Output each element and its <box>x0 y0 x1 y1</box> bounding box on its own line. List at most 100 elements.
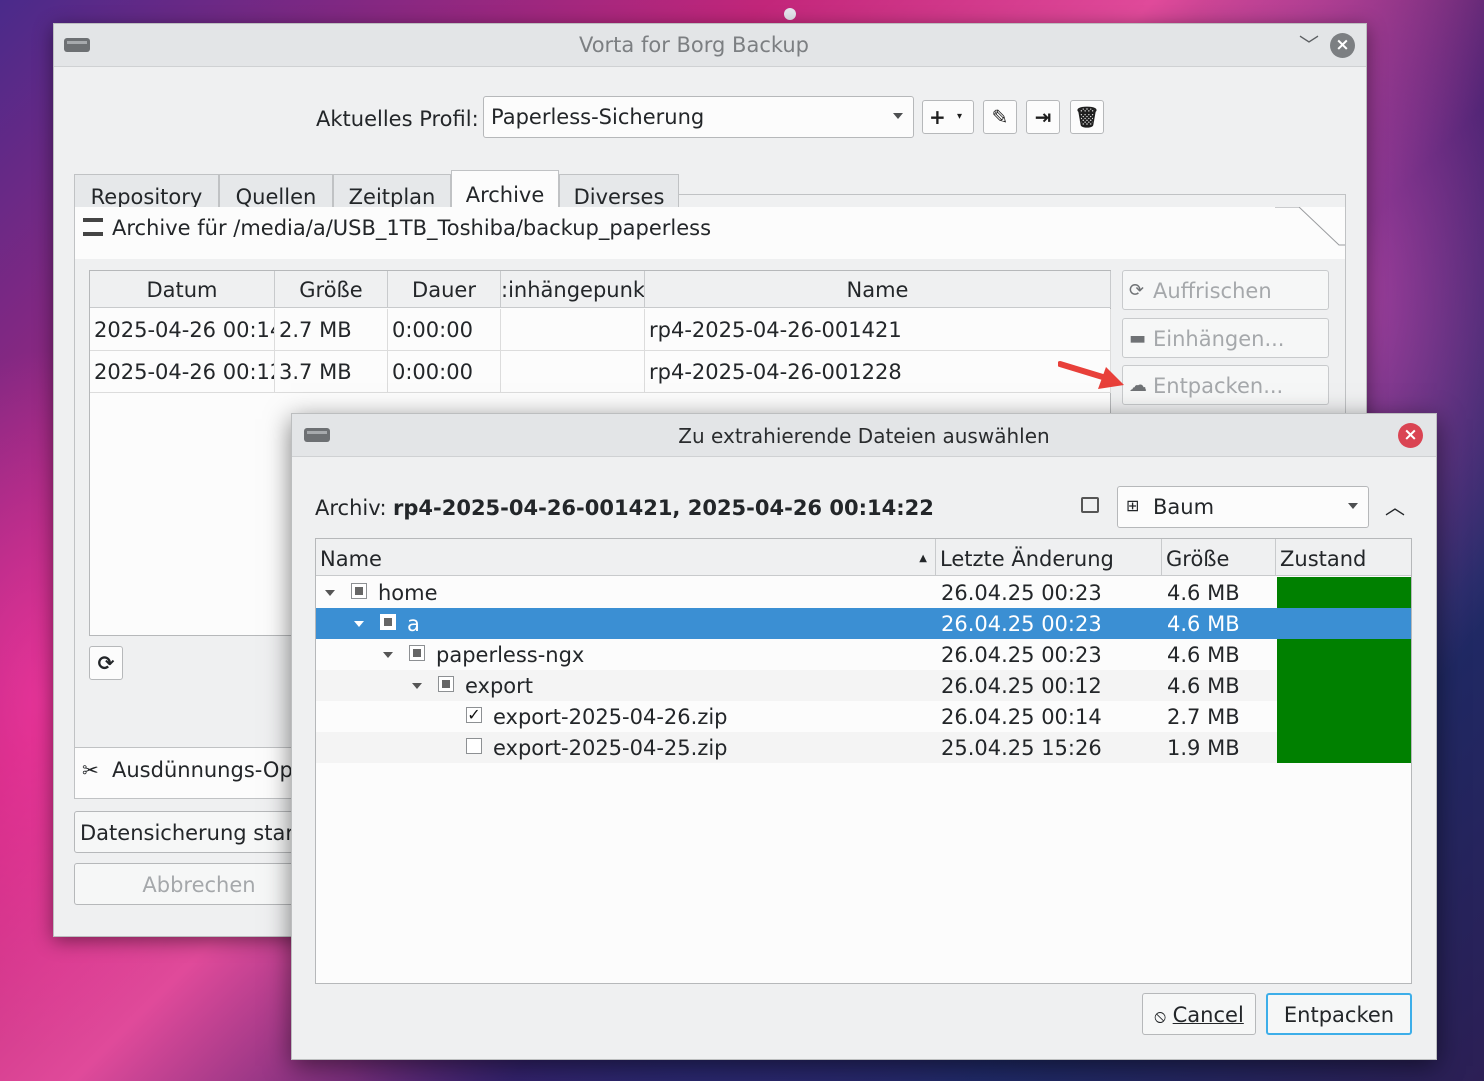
scissors-icon: ✂ <box>82 758 99 782</box>
column-header-duration[interactable]: Dauer <box>388 271 501 308</box>
tree-row-size: 1.9 MB <box>1167 736 1240 760</box>
chevron-down-icon[interactable]: ﹀ <box>1298 34 1320 56</box>
chevron-down-icon <box>1348 503 1358 509</box>
tree-row[interactable]: export-2025-04-25.zip 25.04.25 15:26 1.9… <box>316 732 1411 763</box>
table-cell[interactable]: 0:00:00 <box>388 309 501 351</box>
annotation-arrow <box>1058 361 1124 389</box>
tree-row-size: 4.6 MB <box>1167 643 1240 667</box>
tree-row-name: home <box>378 581 438 605</box>
import-icon: ⇥ <box>1034 105 1052 129</box>
column-header-mountpoint[interactable]: :inhängepunk <box>501 271 645 308</box>
column-header-name-label: Name <box>320 547 382 571</box>
archive-header-title: Archive für /media/a/USB_1TB_Toshiba/bac… <box>112 216 712 240</box>
tree-row-modified: 26.04.25 00:12 <box>941 674 1102 698</box>
state-indicator <box>1277 577 1411 608</box>
cancel-button[interactable]: ⦸ Cancel <box>1142 993 1256 1035</box>
checkbox[interactable] <box>438 676 454 692</box>
extract-label: Entpacken... <box>1153 374 1284 398</box>
extract-confirm-button[interactable]: Entpacken <box>1266 993 1412 1035</box>
prune-label: Ausdünnungs-Opt <box>112 758 302 782</box>
archive-list-icon <box>83 218 103 236</box>
refresh-icon: ⟳ <box>97 651 115 675</box>
tree-row-modified: 26.04.25 00:23 <box>941 643 1102 667</box>
column-header-state[interactable]: Zustand <box>1276 539 1411 576</box>
column-header-size[interactable]: Größe <box>1162 539 1276 576</box>
table-cell[interactable]: 0:00:00 <box>388 351 501 393</box>
table-cell[interactable] <box>501 351 645 393</box>
tree-row-name: paperless-ngx <box>436 643 585 667</box>
column-header-name[interactable]: Name <box>645 271 1111 308</box>
profile-value: Paperless-Sicherung <box>491 105 705 129</box>
edit-icon: ✎ <box>991 105 1009 129</box>
view-mode-select[interactable]: ⊞ Baum <box>1117 486 1369 528</box>
tree-row-modified: 26.04.25 00:14 <box>941 705 1102 729</box>
cancel-label: Cancel <box>1172 1003 1244 1027</box>
archive-value: rp4-2025-04-26-001421, 2025-04-26 00:14:… <box>393 496 934 520</box>
column-header-size[interactable]: Größe <box>275 271 388 308</box>
header-corner <box>1275 207 1345 246</box>
table-cell[interactable] <box>501 309 645 351</box>
refresh-icon: ⟳ <box>1129 280 1145 301</box>
add-profile-button[interactable]: + ▾ <box>922 100 974 134</box>
tree-row[interactable]: a 26.04.25 00:23 4.6 MB <box>316 608 1411 639</box>
cancel-icon: ⦸ <box>1154 1006 1166 1027</box>
delete-profile-button[interactable]: 🗑 <box>1070 100 1104 134</box>
table-cell[interactable]: 2025-04-26 00:12 <box>90 351 275 393</box>
checkbox-checked[interactable]: ✓ <box>466 707 482 723</box>
profile-label: Aktuelles Profil: <box>316 107 479 131</box>
checkbox[interactable] <box>380 614 396 630</box>
table-cell[interactable]: 3.7 MB <box>275 351 388 393</box>
tree-row-size: 4.6 MB <box>1167 674 1240 698</box>
table-cell[interactable]: 2025-04-26 00:14 <box>90 309 275 351</box>
folder-icon: ▬ <box>1129 328 1147 349</box>
state-indicator <box>1277 701 1411 732</box>
mount-label: Einhängen... <box>1153 327 1285 351</box>
dialog-title: Zu extrahierende Dateien auswählen <box>678 424 1050 448</box>
tree-row-name: export <box>465 674 534 698</box>
tree-row[interactable]: home 26.04.25 00:23 4.6 MB <box>316 577 1411 608</box>
tree-row-name: a <box>407 612 420 636</box>
extract-button[interactable]: ☁ Entpacken... <box>1122 365 1329 405</box>
tree-icon: ⊞ <box>1126 496 1140 515</box>
tree-row-size: 4.6 MB <box>1167 612 1240 636</box>
expand-icon[interactable] <box>325 590 335 596</box>
trash-icon: 🗑 <box>1074 105 1100 129</box>
expand-icon[interactable] <box>412 683 422 689</box>
refresh-archives-button[interactable]: ⟳ <box>89 646 123 680</box>
table-cell[interactable]: rp4-2025-04-26-001228 <box>645 351 1111 393</box>
column-header-name[interactable]: Name ▲ <box>316 539 936 576</box>
import-profile-button[interactable]: ⇥ <box>1026 100 1060 134</box>
view-mode-value: Baum <box>1153 495 1215 519</box>
cancel-backup-button[interactable]: Abbrechen <box>74 863 324 905</box>
column-header-date[interactable]: Datum <box>90 271 275 308</box>
expand-icon[interactable] <box>383 652 393 658</box>
tree-row[interactable]: paperless-ngx 26.04.25 00:23 4.6 MB <box>316 639 1411 670</box>
edit-profile-button[interactable]: ✎ <box>983 100 1017 134</box>
sort-ascending-icon: ▲ <box>919 553 927 564</box>
table-cell[interactable]: 2.7 MB <box>275 309 388 351</box>
chevron-down-icon: ▾ <box>957 111 963 122</box>
archive-label: Archiv: <box>315 496 387 520</box>
tree-row-modified: 25.04.25 15:26 <box>941 736 1102 760</box>
refresh-button[interactable]: ⟳ Auffrischen <box>1122 270 1329 310</box>
checkbox[interactable] <box>351 583 367 599</box>
expand-icon[interactable] <box>354 621 364 627</box>
checkbox[interactable] <box>466 738 482 754</box>
file-tree[interactable]: Name ▲ Letzte Änderung Größe Zustand home… <box>315 538 1412 984</box>
state-indicator <box>1277 670 1411 701</box>
tree-row-size: 2.7 MB <box>1167 705 1240 729</box>
cloud-download-icon: ☁ <box>1129 375 1147 396</box>
column-header-modified[interactable]: Letzte Änderung <box>936 539 1162 576</box>
profile-select[interactable]: Paperless-Sicherung <box>483 96 914 138</box>
close-button[interactable]: × <box>1398 423 1423 448</box>
tree-row[interactable]: export 26.04.25 00:12 4.6 MB <box>316 670 1411 701</box>
checkbox[interactable] <box>409 645 425 661</box>
tree-row-name: export-2025-04-26.zip <box>493 705 728 729</box>
tree-row-modified: 26.04.25 00:23 <box>941 581 1102 605</box>
chevron-up-icon[interactable]: ︿ <box>1382 494 1408 520</box>
tree-row[interactable]: ✓ export-2025-04-26.zip 26.04.25 00:14 2… <box>316 701 1411 732</box>
table-cell[interactable]: rp4-2025-04-26-001421 <box>645 309 1111 351</box>
folder-up-icon[interactable] <box>1081 497 1099 513</box>
close-button[interactable]: × <box>1330 33 1355 58</box>
mount-button[interactable]: ▬ Einhängen... <box>1122 318 1329 358</box>
